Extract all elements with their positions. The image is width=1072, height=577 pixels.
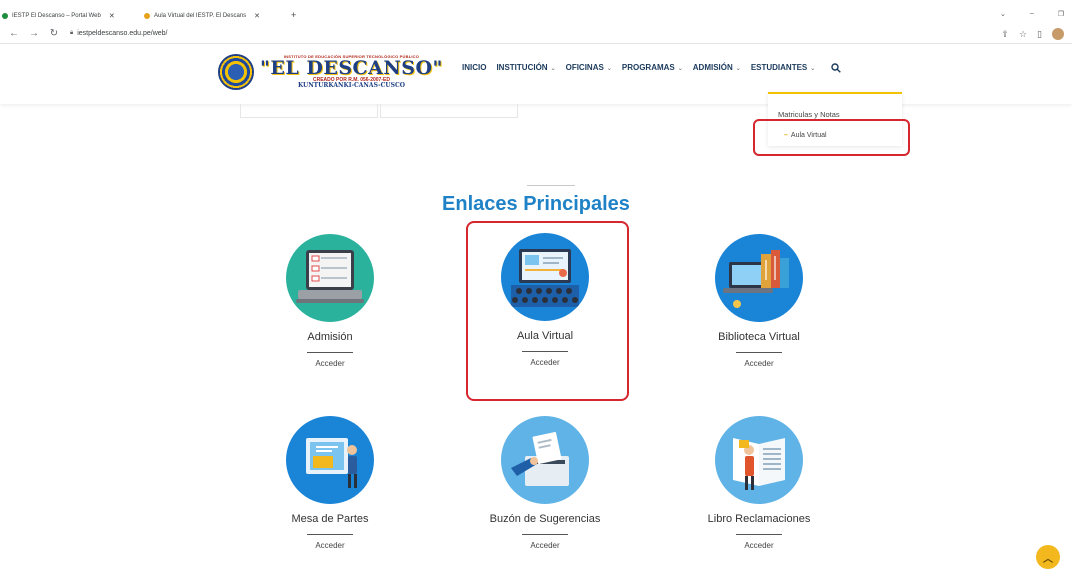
menu-admision[interactable]: ADMISIÓN ⌄ — [693, 63, 741, 76]
maximize-icon[interactable]: ❐ — [1058, 10, 1064, 18]
search-icon[interactable] — [831, 63, 842, 76]
chevron-down-icon: ⌄ — [606, 66, 612, 72]
menu-oficinas[interactable]: OFICINAS ⌄ — [566, 63, 612, 76]
main-menu: INICIO INSTITUCIÓN ⌄ OFICINAS ⌄ PROGRAMAS ⌄… — [462, 63, 842, 76]
menu-institucion[interactable]: INSTITUCIÓN ⌄ — [496, 63, 555, 76]
menu-inicio[interactable]: INICIO — [462, 63, 486, 76]
complaints-book-icon — [715, 416, 803, 504]
divider — [522, 534, 568, 535]
divider — [527, 185, 575, 186]
access-link[interactable]: Acceder — [679, 359, 839, 368]
digital-library-icon — [715, 234, 803, 322]
menu-label: OFICINAS — [565, 63, 604, 72]
minimize-icon[interactable]: – — [1030, 10, 1034, 18]
close-icon[interactable]: ✕ — [109, 12, 115, 20]
back-icon[interactable]: ← — [8, 28, 20, 39]
menu-label: INSTITUCIÓN — [496, 63, 548, 72]
site-logo[interactable]: INSTITUTO DE EDUCACIÓN SUPERIOR TECNOLÓG… — [218, 54, 443, 90]
url-text: iestpeldescanso.edu.pe/web/ — [77, 30, 168, 37]
card-biblioteca-virtual[interactable]: Biblioteca Virtual Acceder — [679, 234, 839, 368]
address-bar: ← → ↻ 🔒︎ iestpeldescanso.edu.pe/web/ ⇪ ☆… — [0, 24, 1072, 44]
card-label: Buzón de Sugerencias — [489, 513, 601, 525]
section-title: Enlaces Principales — [442, 193, 630, 215]
highlight-box — [753, 119, 910, 156]
tab-title: IESTP El Descanso – Portal Web — [12, 13, 101, 19]
suggestion-box-icon — [501, 416, 589, 504]
scroll-to-top-button[interactable]: ︿ — [1036, 545, 1060, 569]
card-admision[interactable]: Admisión Acceder — [250, 234, 410, 368]
card-libro-reclamaciones[interactable]: Libro Reclamaciones Acceder — [679, 416, 839, 550]
access-link[interactable]: Acceder — [679, 541, 839, 550]
browser-tab-aula[interactable]: Aula Virtual del IESTP. El Descans ✕ — [144, 10, 280, 22]
card-mesa-de-partes[interactable]: Mesa de Partes Acceder — [250, 416, 410, 550]
logo-text: INSTITUTO DE EDUCACIÓN SUPERIOR TECNOLÓG… — [260, 55, 443, 89]
chevron-down-icon: ⌄ — [810, 66, 816, 72]
star-icon[interactable]: ☆ — [1019, 29, 1027, 40]
content-box — [240, 104, 378, 118]
card-buzon-sugerencias[interactable]: Buzón de Sugerencias Acceder — [465, 416, 625, 550]
institution-seal-icon — [218, 54, 254, 90]
card-label: Admisión — [307, 331, 353, 343]
card-label: Mesa de Partes — [291, 513, 369, 525]
chevron-down-icon: ⌄ — [550, 66, 556, 72]
dropdown-item-matriculas[interactable]: Matriculas y Notas — [778, 110, 840, 119]
sidepanel-icon[interactable]: ▯ — [1037, 29, 1042, 40]
chevron-down-icon: ⌄ — [677, 66, 683, 72]
lock-icon: 🔒︎ — [70, 30, 74, 36]
admission-checklist-icon — [286, 234, 374, 322]
menu-programas[interactable]: PROGRAMAS ⌄ — [622, 63, 683, 76]
card-label: Libro Reclamaciones — [707, 513, 811, 525]
site-favicon-icon — [144, 13, 150, 19]
access-link[interactable]: Acceder — [250, 541, 410, 550]
menu-estudiantes[interactable]: ESTUDIANTES ⌄ — [751, 63, 815, 76]
site-favicon-icon — [2, 13, 8, 19]
share-icon[interactable]: ⇪ — [1001, 29, 1009, 40]
new-tab-icon[interactable]: + — [291, 10, 296, 20]
divider — [736, 352, 782, 353]
divider — [307, 534, 353, 535]
divider — [736, 534, 782, 535]
divider — [307, 352, 353, 353]
avatar[interactable] — [1052, 28, 1064, 40]
highlight-box — [466, 221, 629, 401]
card-label: Biblioteca Virtual — [718, 331, 800, 343]
menu-label: PROGRAMAS — [621, 63, 675, 72]
logo-name: "EL DESCANSO" — [260, 57, 443, 79]
access-link[interactable]: Acceder — [465, 541, 625, 550]
logo-place: KUNTURKANKI-CANAS-CUSCO — [297, 82, 405, 89]
address-bar-icons: ⇪ ☆ ▯ — [1001, 28, 1064, 40]
access-link[interactable]: Acceder — [250, 359, 410, 368]
reload-icon[interactable]: ↻ — [48, 28, 60, 39]
menu-label: ADMISIÓN — [692, 63, 733, 72]
forward-icon[interactable]: → — [28, 28, 40, 39]
menu-label: ESTUDIANTES — [750, 63, 808, 72]
browser-tab-portal[interactable]: IESTP El Descanso – Portal Web ✕ — [2, 10, 138, 22]
chevron-down-icon[interactable]: ⌄ — [1000, 10, 1006, 18]
chevron-up-icon: ︿ — [1043, 553, 1053, 565]
close-icon[interactable]: ✕ — [254, 12, 260, 20]
chevron-down-icon: ⌄ — [735, 66, 741, 72]
browser-tab-bar: IESTP El Descanso – Portal Web ✕ Aula Vi… — [0, 6, 1072, 20]
url-field[interactable]: 🔒︎ iestpeldescanso.edu.pe/web/ — [70, 30, 168, 37]
document-desk-icon — [286, 416, 374, 504]
content-box — [380, 104, 518, 118]
tab-title: Aula Virtual del IESTP. El Descans — [154, 13, 247, 19]
window-controls: ⌄ – ❐ — [1000, 10, 1064, 18]
